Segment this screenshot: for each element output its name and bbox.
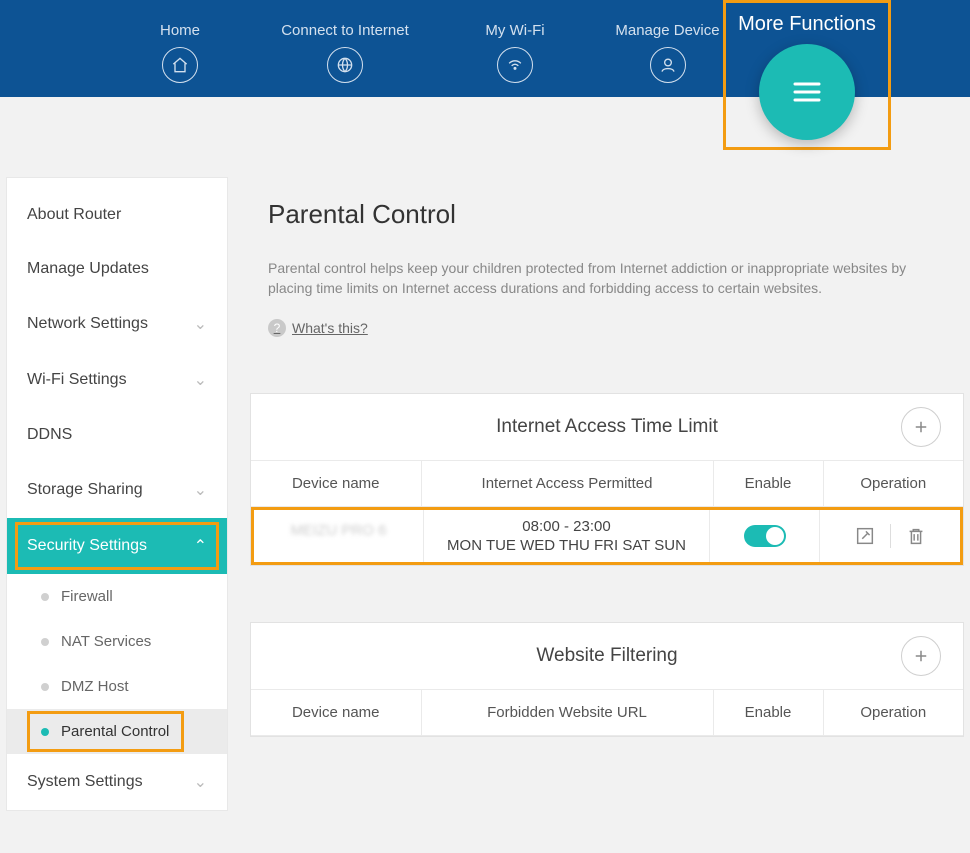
nav-connect-label: Connect to Internet xyxy=(281,22,409,39)
nav-more-highlight: More Functions xyxy=(723,0,891,150)
sidebar-item-label: Manage Updates xyxy=(27,260,149,278)
sidebar-item-label: Parental Control xyxy=(61,723,169,740)
more-functions-button[interactable] xyxy=(759,44,855,140)
top-nav: Home Connect to Internet My Wi-Fi Manage… xyxy=(110,22,745,83)
sidebar-dmz-host[interactable]: DMZ Host xyxy=(7,664,227,709)
delete-icon[interactable] xyxy=(905,525,927,547)
whats-this-label: What's this? xyxy=(292,320,368,336)
permitted-time: 08:00 - 23:00 xyxy=(432,518,701,535)
website-filter-header: Website Filtering xyxy=(251,623,963,690)
website-filter-title: Website Filtering xyxy=(536,645,677,667)
sidebar-firewall[interactable]: Firewall xyxy=(7,574,227,619)
sidebar-item-label: Security Settings xyxy=(27,537,147,555)
sidebar-wifi-settings[interactable]: Wi-Fi Settings ⌄ xyxy=(7,352,227,408)
dot-icon xyxy=(41,638,49,646)
whats-this-link[interactable]: ? What's this? xyxy=(268,319,368,337)
col-enable: Enable xyxy=(713,461,823,507)
user-icon xyxy=(650,47,686,83)
col-permitted: Internet Access Permitted xyxy=(421,461,713,507)
time-limit-header: Internet Access Time Limit xyxy=(251,394,963,461)
sidebar-item-label: DDNS xyxy=(27,426,72,444)
dot-icon xyxy=(41,683,49,691)
chevron-down-icon: ⌄ xyxy=(194,314,207,334)
sidebar-item-label: Firewall xyxy=(61,588,113,605)
sidebar-storage-sharing[interactable]: Storage Sharing ⌄ xyxy=(7,462,227,518)
nav-wifi[interactable]: My Wi-Fi xyxy=(440,22,590,83)
page-title: Parental Control xyxy=(250,177,964,230)
sidebar: About Router Manage Updates Network Sett… xyxy=(6,177,228,811)
edit-icon[interactable] xyxy=(854,525,876,547)
col-operation: Operation xyxy=(823,461,963,507)
enable-toggle[interactable] xyxy=(744,525,786,547)
nav-wifi-label: My Wi-Fi xyxy=(485,22,544,39)
nav-home-label: Home xyxy=(160,22,200,39)
question-icon: ? xyxy=(268,319,286,337)
website-filter-table: Device name Forbidden Website URL Enable… xyxy=(251,690,963,736)
row-operations xyxy=(854,524,927,548)
sidebar-parental-control[interactable]: Parental Control xyxy=(7,709,227,754)
sidebar-item-label: DMZ Host xyxy=(61,678,129,695)
home-icon xyxy=(162,47,198,83)
dot-icon xyxy=(41,593,49,601)
sidebar-about-router[interactable]: About Router xyxy=(7,188,227,242)
chevron-up-icon: ⌃ xyxy=(194,536,207,556)
sidebar-network-settings[interactable]: Network Settings ⌄ xyxy=(7,296,227,352)
device-name-cell: MEIZU PRO 6 xyxy=(291,522,387,539)
sidebar-ddns[interactable]: DDNS xyxy=(7,408,227,462)
wifi-icon xyxy=(497,47,533,83)
sidebar-item-label: NAT Services xyxy=(61,633,151,650)
chevron-down-icon: ⌄ xyxy=(194,772,207,792)
nav-manage[interactable]: Manage Device xyxy=(590,22,745,83)
sidebar-item-label: About Router xyxy=(27,206,121,224)
add-website-filter-button[interactable] xyxy=(901,636,941,676)
sidebar-item-label: System Settings xyxy=(27,773,143,791)
col-device-name: Device name xyxy=(251,690,421,736)
nav-connect[interactable]: Connect to Internet xyxy=(250,22,440,83)
add-time-limit-button[interactable] xyxy=(901,407,941,447)
globe-icon xyxy=(327,47,363,83)
sidebar-manage-updates[interactable]: Manage Updates xyxy=(7,242,227,296)
dot-icon xyxy=(41,728,49,736)
time-limit-card: Internet Access Time Limit Device name I… xyxy=(250,393,964,566)
sidebar-system-settings[interactable]: System Settings ⌄ xyxy=(7,754,227,810)
hamburger-icon xyxy=(785,70,829,114)
website-filter-card: Website Filtering Device name Forbidden … xyxy=(250,622,964,737)
chevron-down-icon: ⌄ xyxy=(194,370,207,390)
col-operation: Operation xyxy=(823,690,963,736)
sidebar-security-settings[interactable]: Security Settings ⌃ xyxy=(7,518,227,574)
separator xyxy=(890,524,891,548)
time-limit-row-highlight: MEIZU PRO 6 08:00 - 23:00 MON TUE WED TH… xyxy=(251,507,963,565)
sidebar-item-label: Network Settings xyxy=(27,315,148,333)
nav-manage-label: Manage Device xyxy=(615,22,719,39)
main-content: Parental Control Parental control helps … xyxy=(250,177,964,811)
nav-more-label: More Functions xyxy=(738,13,876,36)
permitted-days: MON TUE WED THU FRI SAT SUN xyxy=(432,537,701,554)
nav-home[interactable]: Home xyxy=(110,22,250,83)
page-description: Parental control helps keep your childre… xyxy=(250,258,910,299)
time-limit-table: Device name Internet Access Permitted En… xyxy=(251,461,963,565)
col-device-name: Device name xyxy=(251,461,421,507)
sidebar-nat-services[interactable]: NAT Services xyxy=(7,619,227,664)
topbar: Home Connect to Internet My Wi-Fi Manage… xyxy=(0,0,970,97)
plus-icon xyxy=(912,647,930,665)
time-limit-title: Internet Access Time Limit xyxy=(496,416,718,438)
sidebar-item-label: Wi-Fi Settings xyxy=(27,371,127,389)
col-enable: Enable xyxy=(713,690,823,736)
chevron-down-icon: ⌄ xyxy=(194,480,207,500)
col-url: Forbidden Website URL xyxy=(421,690,713,736)
sidebar-item-label: Storage Sharing xyxy=(27,481,143,499)
plus-icon xyxy=(912,418,930,436)
